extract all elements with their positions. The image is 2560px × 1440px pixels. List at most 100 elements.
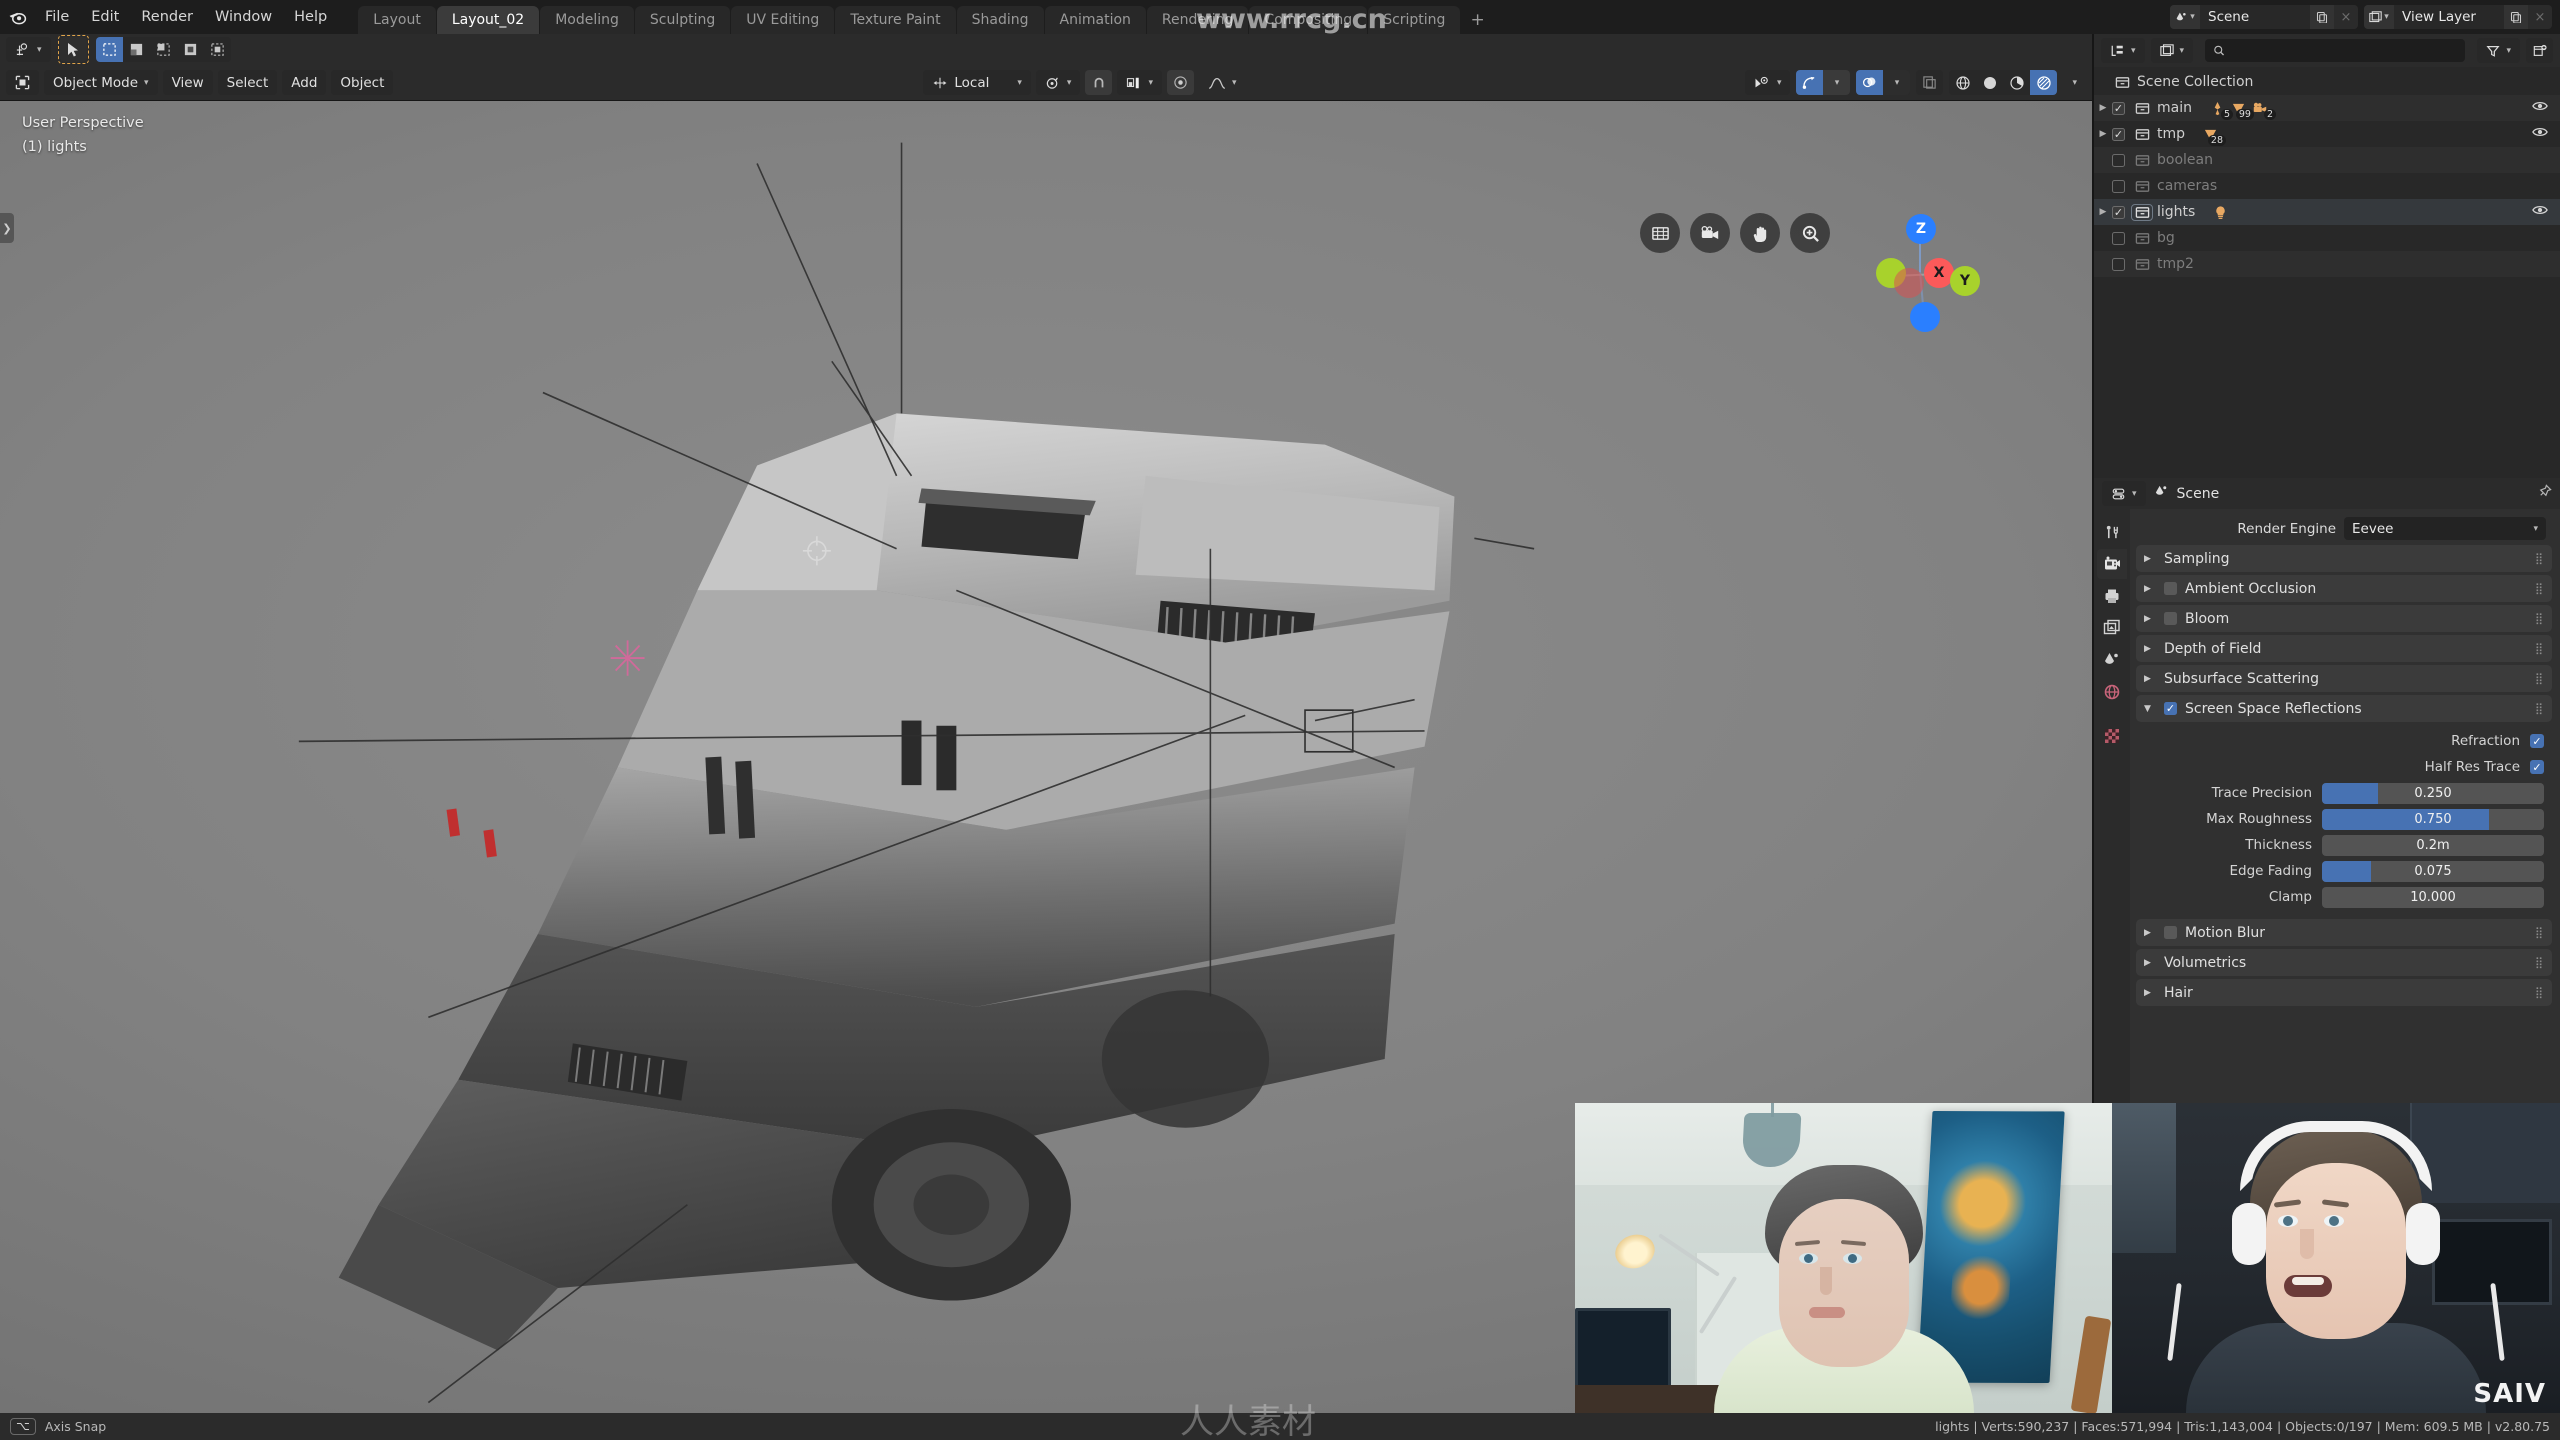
disclosure-triangle-icon[interactable]: ▶ <box>2144 644 2156 654</box>
panel-checkbox[interactable] <box>2164 702 2177 715</box>
proportional-edit-group[interactable] <box>1166 70 1194 95</box>
visibility-eye-icon[interactable] <box>2532 99 2548 117</box>
render-engine-dropdown[interactable]: Eevee ▾ <box>2344 517 2546 540</box>
properties-tab-scene[interactable] <box>2097 645 2127 675</box>
snap-magnet-icon[interactable] <box>1085 70 1113 95</box>
drag-grip-icon[interactable]: ⣿ <box>2535 956 2544 969</box>
outliner-new-collection-button[interactable] <box>2526 38 2553 63</box>
overlay-options-chevron-icon[interactable]: ▾ <box>1883 70 1911 95</box>
outliner-display-mode-dropdown[interactable]: ▾ <box>2150 38 2194 63</box>
pin-icon[interactable] <box>2537 484 2552 503</box>
snap-target-dropdown[interactable]: ▾ <box>1117 70 1162 95</box>
delete-scene-button[interactable]: × <box>2334 5 2358 29</box>
panel-sampling[interactable]: ▶ Sampling ⣿ <box>2136 545 2552 572</box>
outliner-filter-button[interactable]: ▾ <box>2477 38 2520 63</box>
new-scene-button[interactable] <box>2310 5 2334 29</box>
tweak-tool-icon[interactable] <box>59 37 87 62</box>
drag-grip-icon[interactable]: ⣿ <box>2535 986 2544 999</box>
search-input[interactable] <box>2231 43 2458 58</box>
collection-checkbox[interactable] <box>2112 179 2125 193</box>
collection-checkbox[interactable] <box>2112 101 2125 115</box>
show-gizmo-icon[interactable] <box>1796 70 1824 95</box>
select-intersect-icon[interactable] <box>204 37 231 62</box>
panel-checkbox[interactable] <box>2164 612 2177 625</box>
tab-modeling[interactable]: Modeling <box>540 6 634 34</box>
outliner-search[interactable] <box>2205 39 2466 62</box>
drag-grip-icon[interactable]: ⣿ <box>2535 702 2544 715</box>
panel-bloom[interactable]: ▶ Bloom ⣿ <box>2136 605 2552 632</box>
properties-tab-view-layer[interactable] <box>2097 613 2127 643</box>
select-difference-icon[interactable] <box>177 37 204 62</box>
drag-grip-icon[interactable]: ⣿ <box>2535 612 2544 625</box>
pivot-point-dropdown[interactable]: ▾ <box>1035 70 1081 95</box>
tab-uv-editing[interactable]: UV Editing <box>731 6 835 34</box>
tab-scripting[interactable]: Scripting <box>1368 6 1461 34</box>
ssr-edge-fading-slider[interactable]: 0.075 <box>2322 860 2544 882</box>
disclosure-triangle-icon[interactable]: ▶ <box>2094 129 2112 139</box>
view-layer-selector[interactable]: ▾ View Layer × <box>2364 5 2552 29</box>
navigation-gizmo[interactable]: Z X Y <box>1832 206 1982 356</box>
disclosure-triangle-icon[interactable]: ▶ <box>2144 988 2156 998</box>
tab-rendering[interactable]: Rendering <box>1146 6 1249 34</box>
collection-checkbox[interactable] <box>2112 231 2125 245</box>
scene-selector[interactable]: ▾ Scene × <box>2170 5 2358 29</box>
disclosure-triangle-icon[interactable]: ▶ <box>2144 584 2156 594</box>
visibility-eye-icon[interactable] <box>2532 203 2548 221</box>
pan-hand-icon[interactable] <box>1740 213 1780 253</box>
properties-tab-output[interactable] <box>2097 581 2127 611</box>
drag-grip-icon[interactable]: ⣿ <box>2535 672 2544 685</box>
tab-shading[interactable]: Shading <box>956 6 1044 34</box>
disclosure-triangle-icon[interactable]: ▶ <box>2144 614 2156 624</box>
viewport-toolbar-expander[interactable]: ❯ <box>0 213 14 243</box>
outliner-row-main[interactable]: ▶ main 5 9 <box>2094 95 2560 121</box>
ssr-thickness-field[interactable]: 0.2m <box>2322 834 2544 856</box>
panel-subsurface-scattering[interactable]: ▶ Subsurface Scattering ⣿ <box>2136 665 2552 692</box>
outliner-row-cameras[interactable]: cameras <box>2094 173 2560 199</box>
collection-checkbox[interactable] <box>2112 257 2125 271</box>
toggle-xray-icon[interactable] <box>1916 70 1944 95</box>
panel-screen-space-reflections[interactable]: ▼ Screen Space Reflections ⣿ <box>2136 695 2552 722</box>
disclosure-triangle-icon[interactable]: ▶ <box>2144 554 2156 564</box>
properties-editor-type-button[interactable]: ▾ <box>2102 481 2146 506</box>
shading-options-dropdown[interactable]: ▾ <box>2063 70 2086 95</box>
outliner-editor-type-button[interactable]: ▾ <box>2101 38 2145 63</box>
outliner-row-tmp[interactable]: ▶ tmp 28 <box>2094 121 2560 147</box>
collection-checkbox[interactable] <box>2112 153 2125 167</box>
zoom-magnifier-icon[interactable] <box>1790 213 1830 253</box>
gizmo-axis-y[interactable]: Y <box>1950 266 1980 296</box>
ssr-half-res-trace-checkbox[interactable] <box>2530 760 2544 774</box>
shading-material-preview-icon[interactable] <box>2003 70 2030 95</box>
disclosure-triangle-icon[interactable]: ▶ <box>2144 928 2156 938</box>
menu-edit[interactable]: Edit <box>80 0 130 34</box>
menu-help[interactable]: Help <box>283 0 338 34</box>
viewport-menu-view[interactable]: View <box>162 70 213 95</box>
outliner-row-scene-collection[interactable]: Scene Collection <box>2094 69 2560 95</box>
collection-checkbox[interactable] <box>2112 127 2125 141</box>
outliner-row-tmp2[interactable]: tmp2 <box>2094 251 2560 277</box>
panel-checkbox[interactable] <box>2164 582 2177 595</box>
tab-layout[interactable]: Layout <box>358 6 436 34</box>
collection-checkbox[interactable] <box>2112 205 2125 219</box>
editor-type-button[interactable] <box>6 70 39 95</box>
menu-file[interactable]: File <box>34 0 80 34</box>
add-workspace-button[interactable]: + <box>1461 6 1493 34</box>
menu-window[interactable]: Window <box>204 0 283 34</box>
transform-orientation-dropdown[interactable]: Local ▾ <box>923 70 1031 95</box>
properties-tab-tool[interactable] <box>2097 517 2127 547</box>
properties-tab-texture[interactable] <box>2097 721 2127 751</box>
drag-grip-icon[interactable]: ⣿ <box>2535 642 2544 655</box>
drag-grip-icon[interactable]: ⣿ <box>2535 582 2544 595</box>
disclosure-triangle-icon[interactable]: ▶ <box>2094 103 2112 113</box>
active-tool-select-box[interactable] <box>57 35 89 64</box>
shading-wireframe-icon[interactable] <box>1949 70 1976 95</box>
menu-render[interactable]: Render <box>130 0 204 34</box>
gizmo-toggle-group[interactable]: ▾ <box>1796 70 1851 95</box>
camera-view-icon[interactable] <box>1690 213 1730 253</box>
panel-ambient-occlusion[interactable]: ▶ Ambient Occlusion ⣿ <box>2136 575 2552 602</box>
gizmo-axis-neg-x[interactable] <box>1894 268 1924 298</box>
tab-texture-paint[interactable]: Texture Paint <box>835 6 956 34</box>
viewport-menu-select[interactable]: Select <box>217 70 278 95</box>
shading-mode-group[interactable] <box>1949 70 2058 95</box>
shading-rendered-icon[interactable] <box>2030 70 2058 95</box>
snap-to-button[interactable]: ▾ <box>6 37 51 62</box>
